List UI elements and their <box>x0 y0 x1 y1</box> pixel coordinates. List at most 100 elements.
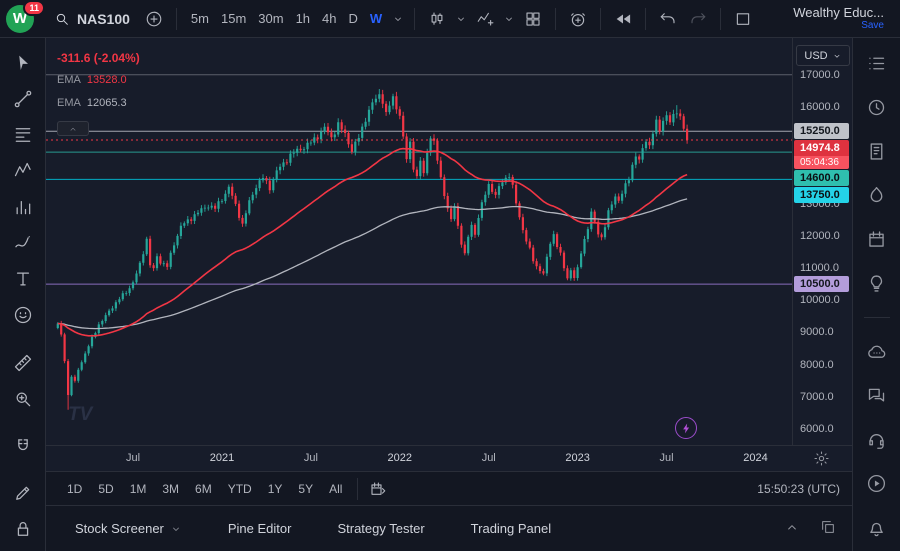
xabcd-pattern-tool[interactable] <box>10 158 35 183</box>
timeframe-4h[interactable]: 4h <box>316 7 342 30</box>
ideas-button[interactable] <box>865 272 889 295</box>
symbol-search-button[interactable]: NAS100 <box>46 7 138 31</box>
right-sidebar <box>852 38 900 551</box>
fib-retracement-tool[interactable] <box>10 122 35 147</box>
notebook-icon <box>866 141 887 162</box>
brush-icon <box>13 233 33 253</box>
panel-trading-panel[interactable]: Trading Panel <box>471 521 551 536</box>
forecast-tool[interactable] <box>10 194 35 219</box>
restore-window-button[interactable] <box>820 519 836 538</box>
time-axis[interactable]: Jul2021Jul2022Jul2023Jul2024 <box>46 445 852 471</box>
layout-select-button[interactable] <box>729 5 757 33</box>
account-block[interactable]: Wealthy Educ... Save <box>793 5 888 33</box>
create-alert-button[interactable] <box>564 5 592 33</box>
chevron-down-icon <box>455 13 467 25</box>
account-name: Wealthy Educ... <box>793 5 884 21</box>
price-level-badge: 10500.0 <box>794 276 849 292</box>
panel-label: Pine Editor <box>228 521 292 536</box>
alerts-button[interactable] <box>865 96 889 119</box>
emoji-tool[interactable] <box>10 302 35 327</box>
range-5d[interactable]: 5D <box>91 479 120 499</box>
range-5y[interactable]: 5Y <box>291 479 320 499</box>
grid-icon <box>524 10 542 28</box>
edit-tool[interactable] <box>10 480 35 505</box>
cursor-tool[interactable] <box>10 50 35 75</box>
streams-icon <box>866 473 887 494</box>
range-ytd[interactable]: YTD <box>221 479 259 499</box>
timeframe-w[interactable]: W <box>364 7 388 30</box>
lock-tool[interactable] <box>10 516 35 541</box>
bell-button[interactable] <box>865 516 889 539</box>
timeframe-d[interactable]: D <box>343 7 364 30</box>
hotlists-button[interactable] <box>865 184 889 207</box>
last-price-badge: 14974.805:04:36 <box>794 140 849 169</box>
chart-legend: -311.6 (-2.04%) EMA13528.0 EMA12065.3 <box>57 52 140 136</box>
collapse-panel-button[interactable] <box>784 519 800 538</box>
currency-select[interactable]: USD <box>796 45 850 66</box>
axis-settings-button[interactable] <box>813 450 830 467</box>
chart-type-menu-button[interactable] <box>453 5 469 33</box>
bar-replay-button[interactable] <box>609 5 637 33</box>
magnet-tool[interactable] <box>10 434 35 459</box>
trend-line-tool[interactable] <box>10 86 35 111</box>
zoom-in-tool[interactable] <box>10 386 35 411</box>
ema-indicator-row-1[interactable]: EMA13528.0 <box>57 75 140 86</box>
ema-label: EMA <box>57 97 81 109</box>
undo-button[interactable] <box>654 5 682 33</box>
notebook-button[interactable] <box>865 140 889 163</box>
fib-retracement-icon <box>13 125 33 145</box>
panel-strategy-tester[interactable]: Strategy Tester <box>337 521 424 536</box>
ruler-tool[interactable] <box>10 350 35 375</box>
chat-button[interactable] <box>865 340 889 363</box>
range-1m[interactable]: 1M <box>123 479 154 499</box>
price-tick: 7000.0 <box>800 391 834 403</box>
timeframe-menu-button[interactable] <box>390 5 406 33</box>
indicators-button[interactable] <box>471 5 499 33</box>
watchlist-button[interactable] <box>865 52 889 75</box>
range-3m[interactable]: 3M <box>155 479 186 499</box>
timeframe-30m[interactable]: 30m <box>252 7 289 30</box>
range-1d[interactable]: 1D <box>60 479 89 499</box>
ema-indicator-row-2[interactable]: EMA12065.3 <box>57 98 140 109</box>
legend-collapse-button[interactable] <box>57 121 89 136</box>
conversations-icon <box>866 385 887 406</box>
goto-date-button[interactable] <box>366 477 390 501</box>
compare-add-button[interactable] <box>140 5 168 33</box>
panel-stock-screener[interactable]: Stock Screener <box>75 521 182 536</box>
timeframe-15m[interactable]: 15m <box>215 7 252 30</box>
utc-clock[interactable]: 15:50:23 (UTC) <box>757 482 842 496</box>
chart-type-button[interactable] <box>423 5 451 33</box>
calendar-button[interactable] <box>865 228 889 251</box>
lightning-button[interactable] <box>675 417 697 439</box>
hotlists-icon <box>866 185 887 206</box>
indicators-menu-button[interactable] <box>501 5 517 33</box>
redo-button[interactable] <box>684 5 712 33</box>
chevron-down-icon <box>170 523 182 535</box>
chat-icon <box>866 341 887 362</box>
streams-button[interactable] <box>865 472 889 495</box>
range-all[interactable]: All <box>322 479 349 499</box>
price-tick: 6000.0 <box>800 423 834 435</box>
chevron-down-icon <box>503 13 515 25</box>
app-logo[interactable]: W 11 <box>6 3 42 35</box>
text-tool[interactable] <box>10 266 35 291</box>
timeframe-1h[interactable]: 1h <box>290 7 316 30</box>
save-button[interactable]: Save <box>861 20 884 32</box>
range-6m[interactable]: 6M <box>188 479 219 499</box>
price-axis[interactable]: USD 17000.016000.013000.012000.011000.01… <box>792 38 852 445</box>
plot-row: -311.6 (-2.04%) EMA13528.0 EMA12065.3 TV… <box>46 38 852 445</box>
timeframe-group: 5m15m30m1h4hDW <box>185 7 388 30</box>
indicators-icon <box>476 10 494 28</box>
timeframe-5m[interactable]: 5m <box>185 7 215 30</box>
range-1y[interactable]: 1Y <box>261 479 290 499</box>
brush-tool[interactable] <box>10 230 35 255</box>
support-button[interactable] <box>865 428 889 451</box>
price-tick: 10000.0 <box>800 294 840 306</box>
ideas-icon <box>866 273 887 294</box>
layout-grid-button[interactable] <box>519 5 547 33</box>
candlestick-chart[interactable] <box>46 38 792 445</box>
panel-pine-editor[interactable]: Pine Editor <box>228 521 292 536</box>
chart-canvas[interactable]: -311.6 (-2.04%) EMA13528.0 EMA12065.3 TV <box>46 38 792 445</box>
restore-icon <box>820 519 836 535</box>
conversations-button[interactable] <box>865 384 889 407</box>
